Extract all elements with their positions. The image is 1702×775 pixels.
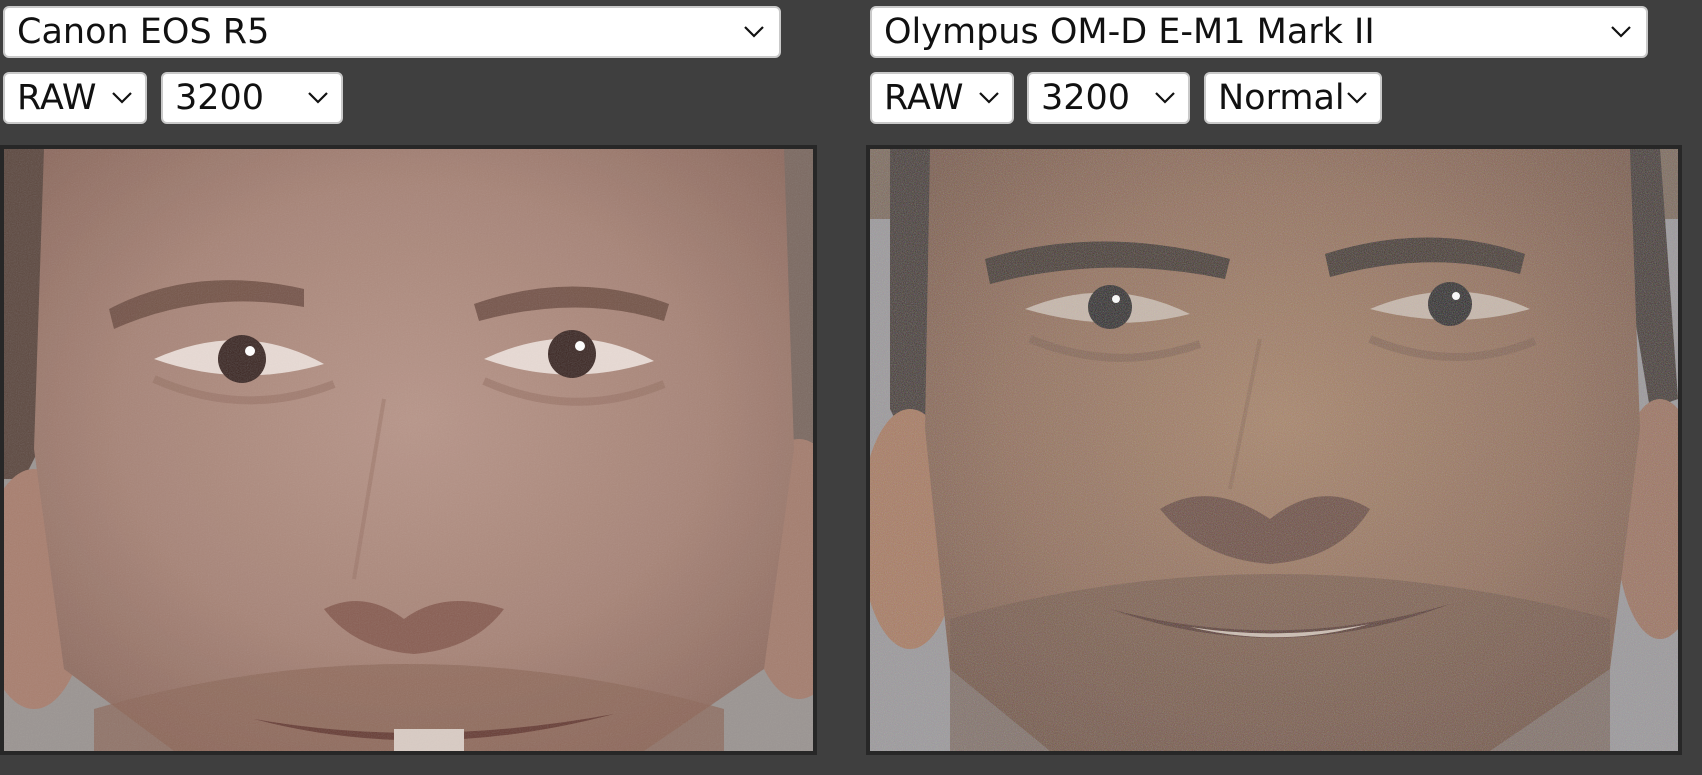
chevron-down-icon: [307, 91, 329, 105]
processing-mode-select-value: Normal: [1218, 77, 1345, 118]
chevron-down-icon: [1154, 91, 1176, 105]
chevron-down-icon: [1610, 25, 1632, 39]
chevron-down-icon: [111, 91, 133, 105]
format-select-value: RAW: [884, 77, 964, 118]
chevron-down-icon: [1346, 91, 1368, 105]
sample-photo[interactable]: [870, 149, 1678, 751]
processing-mode-select[interactable]: Normal: [1204, 72, 1382, 124]
camera-select-value: Canon EOS R5: [17, 11, 270, 52]
sample-image-frame[interactable]: [866, 145, 1682, 755]
chevron-down-icon: [743, 25, 765, 39]
chevron-down-icon: [978, 91, 1000, 105]
sample-image-frame[interactable]: [0, 145, 817, 755]
camera-select[interactable]: Canon EOS R5: [3, 6, 781, 58]
sample-photo[interactable]: [4, 149, 813, 751]
camera-select[interactable]: Olympus OM-D E-M1 Mark II: [870, 6, 1648, 58]
format-select[interactable]: RAW: [3, 72, 147, 124]
iso-select-value: 3200: [175, 77, 265, 118]
format-select[interactable]: RAW: [870, 72, 1014, 124]
format-select-value: RAW: [17, 77, 97, 118]
iso-select-value: 3200: [1041, 77, 1131, 118]
iso-select[interactable]: 3200: [161, 72, 343, 124]
camera-select-value: Olympus OM-D E-M1 Mark II: [884, 11, 1375, 52]
iso-select[interactable]: 3200: [1027, 72, 1190, 124]
